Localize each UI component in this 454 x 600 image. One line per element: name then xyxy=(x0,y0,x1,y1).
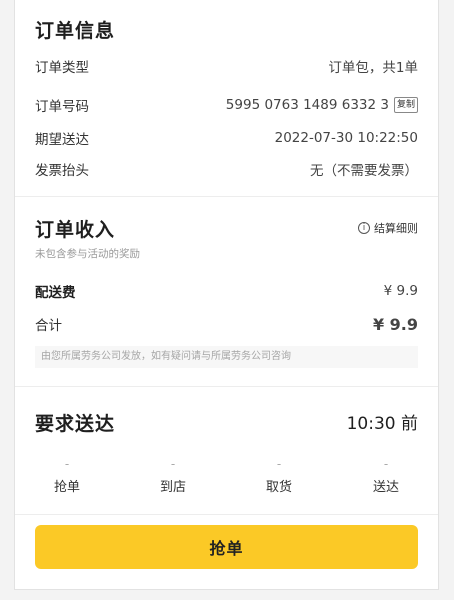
total-row: 合计 ¥ 9.9 xyxy=(35,312,418,336)
order-detail-card: 订单信息 订单类型 订单包，共1单 订单号码 5995 0763 1489 63… xyxy=(14,0,439,590)
copy-button[interactable]: 复制 xyxy=(393,97,418,113)
invoice-value: 无（不需要发票） xyxy=(310,163,418,179)
total-value: ¥ 9.9 xyxy=(372,314,418,334)
payment-notice: 由您所属劳务公司发放，如有疑问请与所属劳务公司咨询 xyxy=(35,346,418,368)
delivery-fee-value: ¥ 9.9 xyxy=(383,283,418,299)
income-title: 订单收入 xyxy=(35,219,116,241)
order-number-value: 5995 0763 1489 6332 3 xyxy=(225,97,389,113)
invoice-label: 发票抬头 xyxy=(35,163,89,179)
step-label: 抢单 xyxy=(53,480,80,495)
step-label: 到店 xyxy=(159,480,186,495)
step-label: 取货 xyxy=(265,480,292,495)
delivery-title: 要求送达 xyxy=(35,413,116,435)
step-delivered: - 送达 xyxy=(356,458,416,495)
order-number-label: 订单号码 xyxy=(35,99,89,115)
delivery-fee-label: 配送费 xyxy=(35,285,76,301)
step-pickup: - 取货 xyxy=(249,458,309,495)
order-type-label: 订单类型 xyxy=(35,60,89,76)
expected-delivery-value: 2022-07-30 10:22:50 xyxy=(274,130,418,146)
step-arrive-store: - 到店 xyxy=(143,458,203,495)
step-time: - xyxy=(383,457,389,471)
order-type-row: 订单类型 订单包，共1单 xyxy=(35,54,418,78)
order-info-title: 订单信息 xyxy=(35,20,116,42)
delivery-deadline: 10:30 前 xyxy=(346,414,418,434)
expected-delivery-row: 期望送达 2022-07-30 10:22:50 xyxy=(35,126,418,150)
order-number-value-wrap: 5995 0763 1489 6332 3 复制 xyxy=(226,97,418,113)
settlement-rules-link[interactable]: i 结算细则 xyxy=(358,220,418,236)
info-icon: i xyxy=(358,222,370,234)
order-number-row: 订单号码 5995 0763 1489 6332 3 复制 xyxy=(35,93,418,117)
step-label: 送达 xyxy=(372,480,399,495)
settlement-rules-label: 结算细则 xyxy=(374,222,418,235)
section-divider xyxy=(15,196,438,197)
step-time: - xyxy=(276,457,282,471)
step-grab: - 抢单 xyxy=(37,458,97,495)
delivery-fee-row: 配送费 ¥ 9.9 xyxy=(35,279,418,303)
income-subtitle: 未包含参与活动的奖励 xyxy=(35,248,140,260)
step-time: - xyxy=(64,457,70,471)
order-type-value: 订单包，共1单 xyxy=(328,60,418,76)
grab-order-button[interactable]: 抢单 xyxy=(35,525,418,569)
step-time: - xyxy=(170,457,176,471)
invoice-row: 发票抬头 无（不需要发票） xyxy=(35,157,418,181)
expected-delivery-label: 期望送达 xyxy=(35,132,89,148)
total-label: 合计 xyxy=(35,318,62,334)
section-divider xyxy=(15,514,438,515)
section-divider xyxy=(15,386,438,387)
